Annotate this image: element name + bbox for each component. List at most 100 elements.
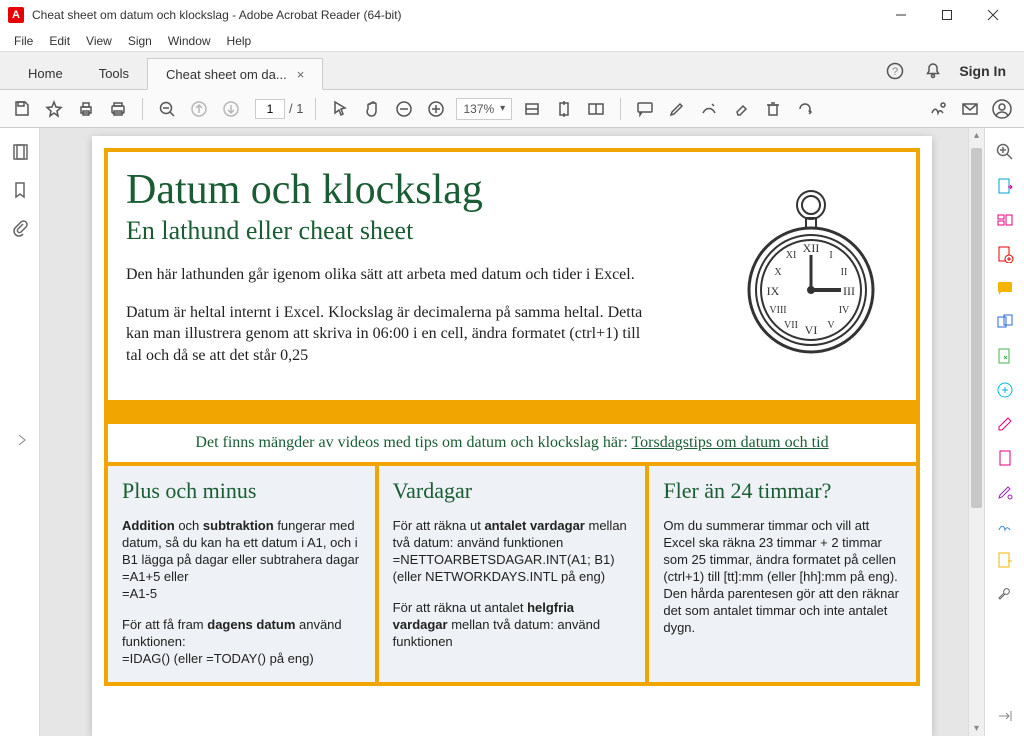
svg-text:V: V bbox=[827, 320, 835, 331]
sign-in-button[interactable]: Sign In bbox=[959, 63, 1006, 79]
highlight-icon[interactable] bbox=[665, 97, 689, 121]
tab-home[interactable]: Home bbox=[10, 57, 81, 89]
fill-sign-icon[interactable] bbox=[995, 482, 1015, 502]
banner-text: Det finns mängder av videos med tips om … bbox=[195, 434, 631, 451]
scroll-down-icon[interactable]: ▾ bbox=[969, 723, 984, 734]
erase-icon[interactable] bbox=[729, 97, 753, 121]
col2-p2: För att räkna ut antalet helgfria vardag… bbox=[393, 600, 632, 651]
send-icon[interactable] bbox=[995, 550, 1015, 570]
tab-document[interactable]: Cheat sheet om da... × bbox=[147, 58, 323, 90]
col1-heading: Plus och minus bbox=[122, 478, 361, 504]
save-icon[interactable] bbox=[10, 97, 34, 121]
page-input[interactable] bbox=[255, 99, 285, 119]
menu-edit[interactable]: Edit bbox=[41, 32, 78, 50]
rotate-icon[interactable] bbox=[793, 97, 817, 121]
pointer-icon[interactable] bbox=[328, 97, 352, 121]
comment-icon[interactable] bbox=[633, 97, 657, 121]
close-button[interactable] bbox=[970, 0, 1016, 30]
svg-text:XI: XI bbox=[786, 250, 797, 261]
sign-tool-icon[interactable] bbox=[995, 516, 1015, 536]
page-indicator: / 1 bbox=[251, 99, 303, 119]
svg-text:II: II bbox=[841, 267, 848, 278]
tab-tools[interactable]: Tools bbox=[81, 57, 147, 89]
maximize-button[interactable] bbox=[924, 0, 970, 30]
attachment-icon[interactable] bbox=[10, 218, 30, 238]
vertical-scrollbar[interactable]: ▴ ▾ bbox=[968, 128, 984, 736]
intro-para-1: Den här lathunden går igenom olika sätt … bbox=[126, 264, 646, 286]
redact-icon[interactable] bbox=[995, 414, 1015, 434]
printer-icon[interactable] bbox=[106, 97, 130, 121]
edit-pdf-icon[interactable] bbox=[995, 210, 1015, 230]
bell-icon[interactable] bbox=[921, 59, 945, 83]
fit-width-icon[interactable] bbox=[520, 97, 544, 121]
zoom-minus-icon[interactable] bbox=[392, 97, 416, 121]
scrollbar-thumb[interactable] bbox=[971, 148, 982, 508]
menu-bar: File Edit View Sign Window Help bbox=[0, 30, 1024, 52]
tab-bar: Home Tools Cheat sheet om da... × ? Sign… bbox=[0, 52, 1024, 90]
chevron-down-icon: ▾ bbox=[500, 103, 505, 114]
draw-icon[interactable] bbox=[697, 97, 721, 121]
protect-icon[interactable] bbox=[995, 448, 1015, 468]
scroll-up-icon[interactable]: ▴ bbox=[969, 130, 984, 141]
col1-p2: För att få fram dagens datum använd funk… bbox=[122, 617, 361, 668]
svg-text:IX: IX bbox=[767, 284, 780, 298]
minimize-button[interactable] bbox=[878, 0, 924, 30]
trash-icon[interactable] bbox=[761, 97, 785, 121]
comment-tool-icon[interactable] bbox=[995, 278, 1015, 298]
svg-text:?: ? bbox=[892, 66, 898, 78]
zoom-plus-icon[interactable] bbox=[424, 97, 448, 121]
combine-icon[interactable] bbox=[995, 312, 1015, 332]
banner: Det finns mängder av videos med tips om … bbox=[108, 424, 916, 462]
create-pdf-icon[interactable] bbox=[995, 244, 1015, 264]
zoom-out-icon[interactable] bbox=[155, 97, 179, 121]
more-tools-icon[interactable] bbox=[995, 584, 1015, 604]
svg-text:X: X bbox=[774, 267, 782, 278]
menu-file[interactable]: File bbox=[6, 32, 41, 50]
svg-text:VI: VI bbox=[805, 323, 818, 337]
next-page-icon[interactable] bbox=[219, 97, 243, 121]
menu-sign[interactable]: Sign bbox=[120, 32, 160, 50]
menu-help[interactable]: Help bbox=[219, 32, 260, 50]
col2-heading: Vardagar bbox=[393, 478, 632, 504]
column-1: Plus och minus Addition och subtraktion … bbox=[108, 466, 379, 681]
intro-para-2: Datum är heltal internt i Excel. Klocksl… bbox=[126, 302, 646, 367]
search-icon[interactable] bbox=[995, 142, 1015, 162]
read-mode-icon[interactable] bbox=[584, 97, 608, 121]
thumbnails-icon[interactable] bbox=[10, 142, 30, 162]
hand-icon[interactable] bbox=[360, 97, 384, 121]
signature-icon[interactable] bbox=[926, 97, 950, 121]
star-icon[interactable] bbox=[42, 97, 66, 121]
menu-view[interactable]: View bbox=[78, 32, 120, 50]
organize-icon[interactable] bbox=[995, 346, 1015, 366]
col3-heading: Fler än 24 timmar? bbox=[663, 478, 902, 504]
svg-text:IV: IV bbox=[839, 305, 850, 316]
export-pdf-icon[interactable] bbox=[995, 176, 1015, 196]
svg-text:III: III bbox=[843, 284, 855, 298]
compress-icon[interactable] bbox=[995, 380, 1015, 400]
col3-p1: Om du summerar timmar och vill att Excel… bbox=[663, 518, 902, 636]
zoom-select[interactable]: 137% ▾ bbox=[456, 98, 512, 120]
svg-text:VII: VII bbox=[784, 320, 798, 331]
document-view[interactable]: Datum och klockslag En lathund eller che… bbox=[40, 128, 984, 736]
prev-page-icon[interactable] bbox=[187, 97, 211, 121]
left-panel bbox=[0, 128, 40, 736]
expand-panel-icon[interactable] bbox=[12, 430, 32, 450]
column-3: Fler än 24 timmar? Om du summerar timmar… bbox=[649, 466, 916, 681]
banner-link[interactable]: Torsdagstips om datum och tid bbox=[631, 434, 828, 451]
pocket-watch-image: XII III VI IX I II IV V VII VIII X XI bbox=[736, 180, 886, 360]
col1-p1: Addition och subtraktion fungerar med da… bbox=[122, 518, 361, 602]
tab-document-label: Cheat sheet om da... bbox=[166, 67, 287, 82]
collapse-panel-icon[interactable] bbox=[995, 706, 1015, 726]
help-icon[interactable]: ? bbox=[883, 59, 907, 83]
print-icon[interactable] bbox=[74, 97, 98, 121]
svg-text:VIII: VIII bbox=[769, 305, 786, 316]
svg-text:I: I bbox=[829, 250, 832, 261]
menu-window[interactable]: Window bbox=[160, 32, 219, 50]
profile-icon[interactable] bbox=[990, 97, 1014, 121]
mail-icon[interactable] bbox=[958, 97, 982, 121]
app-icon: A bbox=[8, 7, 24, 23]
fit-page-icon[interactable] bbox=[552, 97, 576, 121]
bookmark-icon[interactable] bbox=[10, 180, 30, 200]
zoom-value: 137% bbox=[463, 102, 494, 116]
tab-close-icon[interactable]: × bbox=[297, 67, 305, 82]
